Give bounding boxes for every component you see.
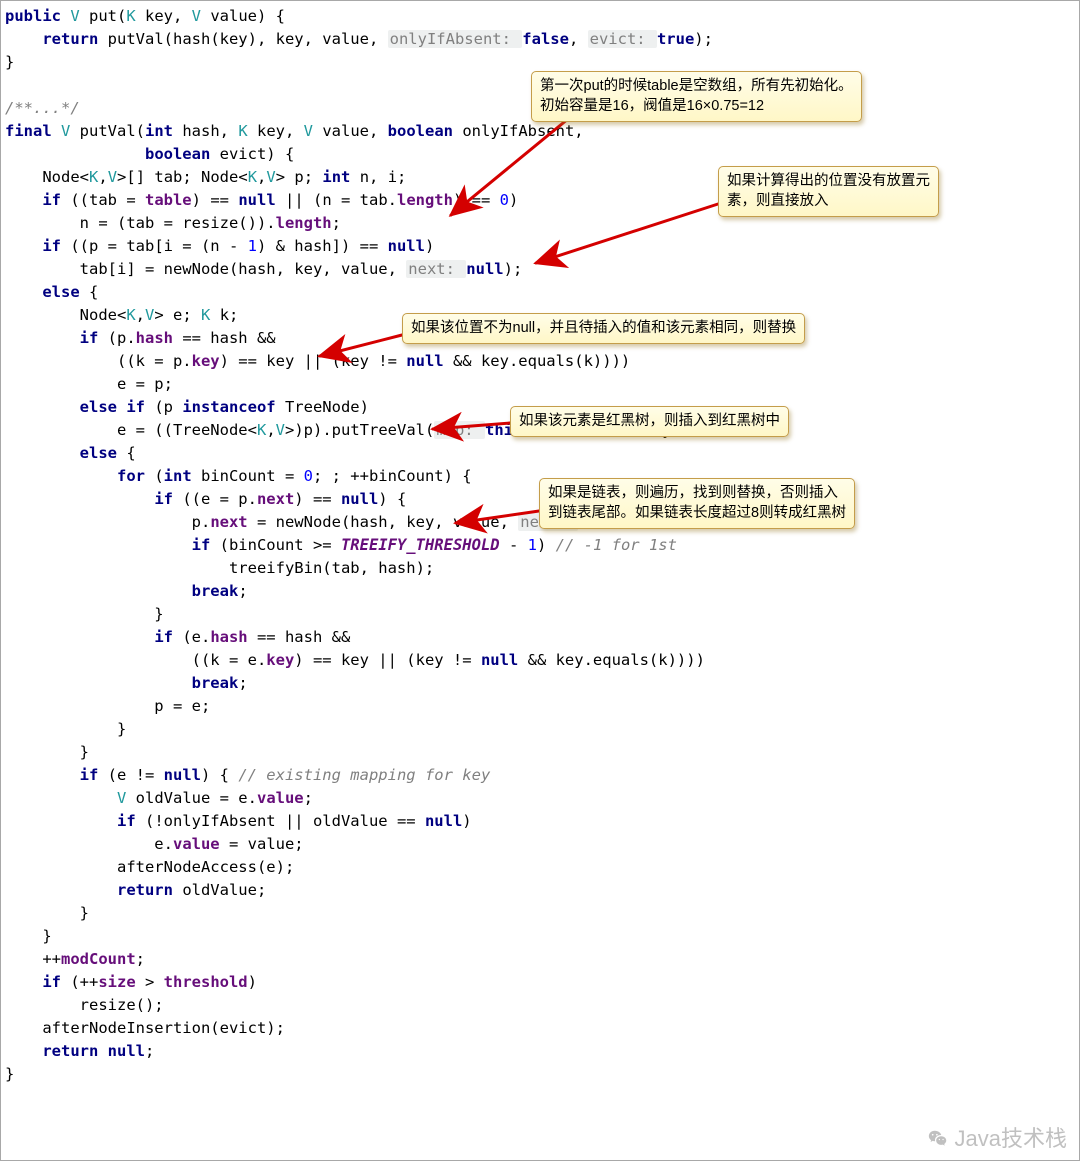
callout-text: 素，则直接放入	[727, 193, 829, 209]
callout-text: 初始容量是16，阀值是16×0.75=12	[540, 98, 764, 114]
callout-linked-list: 如果是链表，则遍历，找到则替换，否则插入 到链表尾部。如果链表长度超过8则转成红…	[539, 478, 855, 529]
callout-text: 如果是链表，则遍历，找到则替换，否则插入	[548, 485, 838, 501]
wechat-icon	[927, 1128, 949, 1150]
callout-same-key: 如果该位置不为null，并且待插入的值和该元素相同，则替换	[402, 313, 805, 344]
callout-empty-slot: 如果计算得出的位置没有放置元 素，则直接放入	[718, 166, 939, 217]
callout-text: 如果该位置不为null，并且待插入的值和该元素相同，则替换	[411, 320, 796, 336]
watermark: Java技术栈	[927, 1127, 1067, 1150]
callout-text: 到链表尾部。如果链表长度超过8则转成红黑树	[548, 505, 846, 521]
code-screenshot: public V put(K key, V value) { return pu…	[0, 0, 1080, 1161]
watermark-text: Java技术栈	[955, 1127, 1067, 1150]
callout-text: 第一次put的时候table是空数组，所有先初始化。	[540, 78, 853, 94]
callout-text: 如果计算得出的位置没有放置元	[727, 173, 930, 189]
callout-tree-node: 如果该元素是红黑树，则插入到红黑树中	[510, 406, 789, 437]
callout-text: 如果该元素是红黑树，则插入到红黑树中	[519, 413, 780, 429]
callout-first-put: 第一次put的时候table是空数组，所有先初始化。 初始容量是16，阀值是16…	[531, 71, 862, 122]
